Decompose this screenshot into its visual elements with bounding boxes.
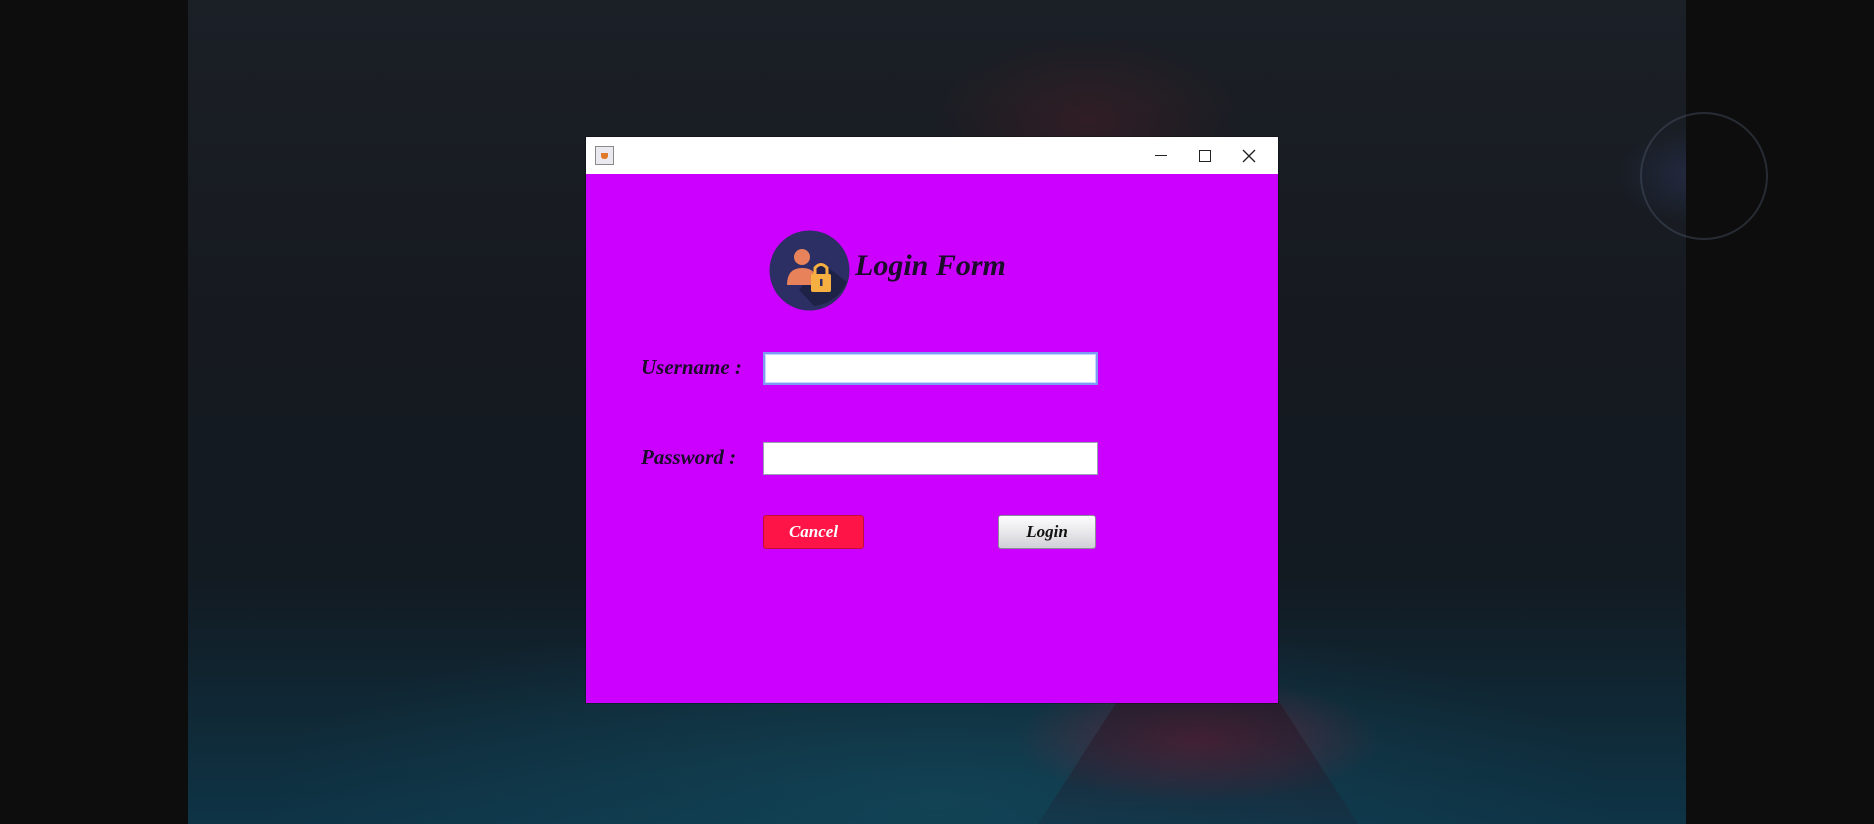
cancel-button[interactable]: Cancel: [763, 515, 864, 549]
password-input[interactable]: [763, 442, 1098, 475]
username-input[interactable]: [763, 352, 1098, 385]
login-window: Login Form Username : Password : Cancel …: [586, 137, 1278, 703]
username-label: Username :: [641, 355, 742, 379]
minimize-icon: [1155, 155, 1167, 156]
login-button[interactable]: Login: [998, 515, 1096, 549]
wallpaper-road-shape: [1038, 700, 1358, 824]
close-button[interactable]: [1220, 137, 1278, 174]
wallpaper-sign-shape: [1640, 112, 1768, 240]
user-lock-icon: [769, 230, 850, 311]
window-titlebar[interactable]: [586, 137, 1278, 174]
java-app-icon[interactable]: [595, 146, 614, 165]
close-icon: [1242, 149, 1256, 162]
form-title: Login Form: [855, 249, 1006, 282]
maximize-icon: [1199, 149, 1211, 162]
password-label: Password :: [641, 445, 737, 469]
